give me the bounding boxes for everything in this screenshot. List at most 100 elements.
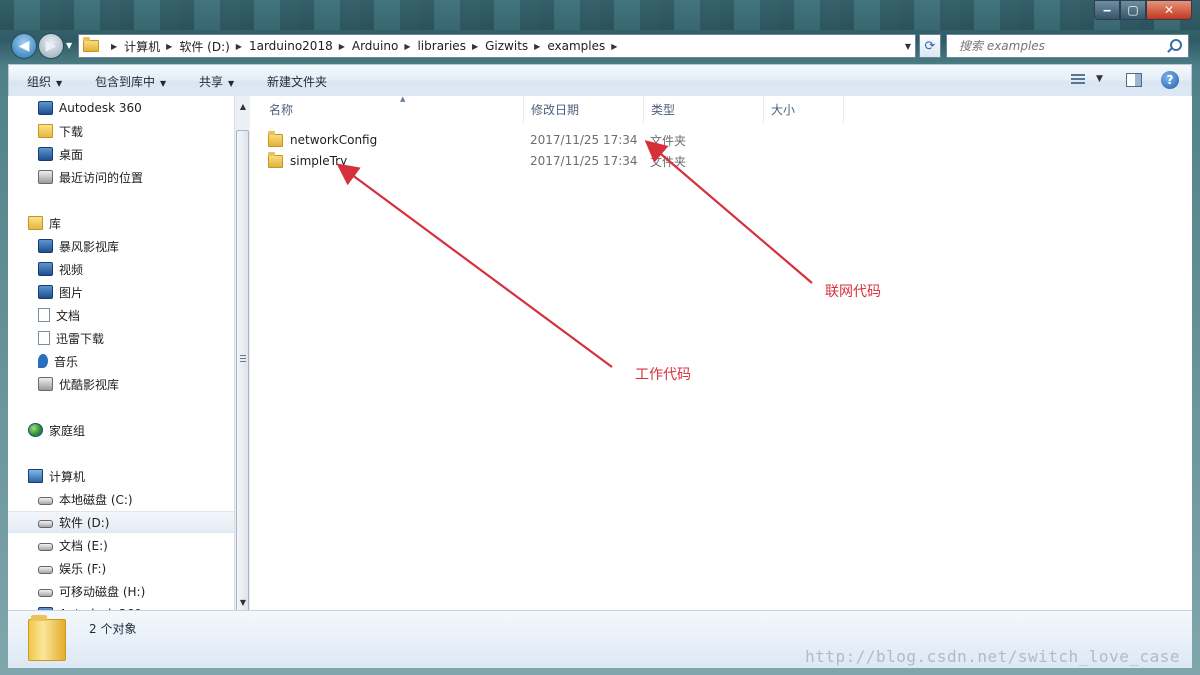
recent-pages-dropdown[interactable]: ▼ [66, 41, 72, 50]
drive-icon [38, 543, 53, 551]
breadcrumb-item[interactable]: 1arduino2018 [249, 39, 333, 53]
sidebar-item[interactable]: 音乐 [8, 350, 234, 372]
scroll-up-arrow-icon[interactable]: ▲ [235, 98, 251, 114]
sidebar-item[interactable]: Autodesk 360 [8, 603, 234, 610]
sidebar-item-label: 暴风影视库 [59, 239, 120, 254]
sidebar-item[interactable]: 下载 [8, 120, 234, 142]
breadcrumb-item[interactable]: examples [547, 39, 605, 53]
libraries-icon [28, 216, 43, 230]
sidebar-item[interactable]: 计算机 [8, 465, 234, 487]
maximize-button[interactable]: ▢ [1120, 0, 1146, 20]
refresh-button[interactable]: ⟳ [919, 34, 941, 58]
forward-button[interactable]: ▶ [38, 33, 64, 59]
include-in-library-menu[interactable]: 包含到库中 ▼ [95, 73, 166, 90]
folder-large-icon [28, 615, 66, 661]
computer-icon [28, 469, 43, 483]
chevron-right-icon[interactable]: ▶ [111, 42, 117, 51]
scroll-down-arrow-icon[interactable]: ▼ [235, 594, 251, 610]
file-type: 文件夹 [650, 154, 687, 169]
sidebar-item-label: 娱乐 (F:) [59, 561, 107, 576]
organize-label: 组织 [27, 75, 52, 89]
thunder-download-icon [38, 331, 50, 345]
column-name[interactable]: 名称 ▲ [262, 95, 524, 123]
scroll-thumb[interactable] [236, 130, 249, 616]
share-menu[interactable]: 共享 ▼ [199, 73, 234, 90]
file-type: 文件夹 [650, 133, 687, 148]
sidebar-item[interactable]: 优酷影视库 [8, 373, 234, 395]
column-modified-label: 修改日期 [531, 103, 580, 117]
sidebar-item[interactable]: 库 [8, 212, 234, 234]
desktop-icon [38, 147, 53, 161]
navigation-scrollbar[interactable]: ▲ ▼ [234, 96, 251, 616]
sidebar-item-label: 桌面 [59, 147, 84, 162]
sidebar-item-label: 家庭组 [49, 423, 86, 438]
sidebar-item[interactable]: 软件 (D:) [8, 511, 234, 533]
file-date: 2017/11/25 17:34 [530, 154, 638, 168]
share-label: 共享 [199, 75, 224, 89]
new-folder-label: 新建文件夹 [267, 75, 328, 89]
sidebar-item[interactable]: 文档 (E:) [8, 534, 234, 556]
work-code-label: 工作代码 [635, 367, 691, 383]
network-code-label: 联网代码 [825, 284, 881, 300]
column-size[interactable]: 大小 [764, 96, 844, 123]
organize-menu[interactable]: 组织 ▼ [27, 73, 62, 90]
sidebar-item[interactable]: 娱乐 (F:) [8, 557, 234, 579]
address-history-dropdown[interactable]: ▼ [905, 42, 911, 51]
file-list-pane: 名称 ▲ 修改日期 类型 大小 networkConfig 2017/11/25 1… [250, 95, 1192, 610]
column-size-label: 大小 [771, 103, 796, 117]
back-button[interactable]: ◀ [11, 33, 37, 59]
search-input[interactable] [959, 39, 1164, 53]
sidebar-item[interactable]: 视频 [8, 258, 234, 280]
sidebar-item[interactable]: 文档 [8, 304, 234, 326]
sidebar-item[interactable]: Autodesk 360 [8, 97, 234, 119]
search-icon[interactable] [1170, 39, 1182, 51]
minimize-button[interactable]: ‒ [1094, 0, 1120, 20]
sidebar-item[interactable]: 图片 [8, 281, 234, 303]
column-header-row: 名称 ▲ 修改日期 类型 大小 [250, 95, 1192, 123]
chevron-right-icon[interactable]: ▶ [472, 42, 478, 51]
arrow-left-icon: ◀ [18, 38, 30, 54]
column-modified[interactable]: 修改日期 [524, 96, 644, 123]
breadcrumb-item[interactable]: 计算机 [124, 38, 160, 55]
sidebar-item[interactable]: 可移动磁盘 (H:) [8, 580, 234, 602]
sidebar-item-label: Autodesk 360 [59, 101, 142, 115]
file-row[interactable]: networkConfig 2017/11/25 17:34 文件夹 [268, 130, 868, 150]
breadcrumb: ▶ 计算机 ▶ 软件 (D:) ▶ 1arduino2018 ▶ Arduino ▶ librar… [105, 38, 624, 55]
chevron-down-icon: ▼ [56, 79, 63, 88]
grip-icon [240, 355, 246, 363]
breadcrumb-item[interactable]: 软件 (D:) [179, 38, 229, 55]
sidebar-item[interactable]: 本地磁盘 (C:) [8, 488, 234, 510]
breadcrumb-item[interactable]: Arduino [352, 39, 398, 53]
sidebar-item-label: 本地磁盘 (C:) [59, 492, 133, 507]
help-icon[interactable]: ? [1161, 71, 1179, 89]
sidebar-item[interactable]: 家庭组 [8, 419, 234, 441]
sidebar-item[interactable]: 最近访问的位置 [8, 166, 234, 188]
views-icon[interactable] [1071, 74, 1085, 86]
chevron-right-icon[interactable]: ▶ [166, 42, 172, 51]
sidebar-item[interactable]: 桌面 [8, 143, 234, 165]
details-pane: 2 个对象 http://blog.csdn.net/switch_love_c… [8, 610, 1192, 668]
sidebar-item-label: 可移动磁盘 (H:) [59, 584, 146, 599]
chevron-right-icon[interactable]: ▶ [534, 42, 540, 51]
close-button[interactable]: ✕ [1146, 0, 1192, 20]
sidebar-item[interactable]: 暴风影视库 [8, 235, 234, 257]
sidebar-item-label: 视频 [59, 262, 84, 277]
drive-icon [38, 566, 53, 574]
breadcrumb-item[interactable]: libraries [417, 39, 465, 53]
column-type[interactable]: 类型 [644, 96, 764, 123]
new-folder-button[interactable]: 新建文件夹 [267, 73, 327, 90]
chevron-down-icon: ▼ [228, 79, 235, 88]
chevron-right-icon[interactable]: ▶ [236, 42, 242, 51]
folder-icon [83, 37, 99, 52]
chevron-right-icon[interactable]: ▶ [339, 42, 345, 51]
sidebar-item-label: 音乐 [54, 354, 79, 369]
sidebar-item[interactable]: 迅雷下载 [8, 327, 234, 349]
address-bar[interactable]: ▶ 计算机 ▶ 软件 (D:) ▶ 1arduino2018 ▶ Arduino ▶ librar… [78, 34, 916, 58]
file-row[interactable]: simpleTry 2017/11/25 17:34 文件夹 [268, 151, 868, 171]
chevron-right-icon[interactable]: ▶ [611, 42, 617, 51]
views-dropdown[interactable]: ▼ [1096, 74, 1103, 84]
sidebar-item-label: 文档 (E:) [59, 538, 108, 553]
breadcrumb-item[interactable]: Gizwits [485, 39, 528, 53]
preview-pane-icon[interactable] [1126, 73, 1142, 87]
chevron-right-icon[interactable]: ▶ [404, 42, 410, 51]
